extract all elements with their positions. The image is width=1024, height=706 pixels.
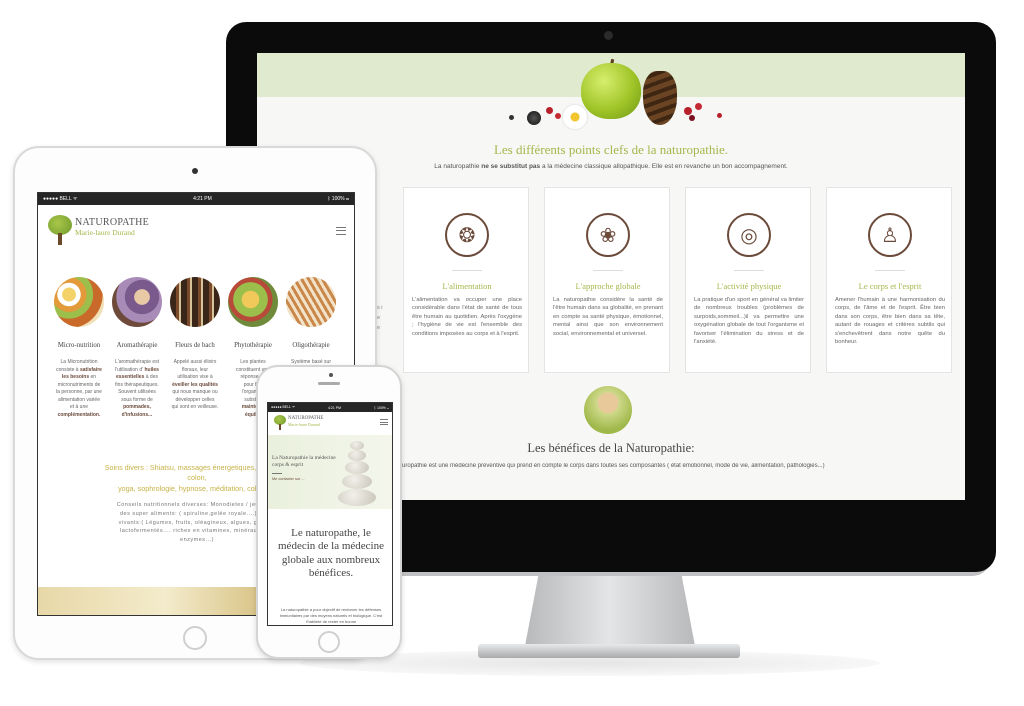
phytotherapy-image <box>228 277 278 327</box>
bach-flowers-image <box>170 277 220 327</box>
iphone-frame: ●●●●● BELL ᯤ 4:21 PM ᛒ 100% ▭ NATUROPATH… <box>256 365 402 659</box>
card-activite-physique: ◎ L'activité physique La pratique d'un s… <box>685 187 811 373</box>
ipad-camera <box>192 168 198 174</box>
intro-text: La naturopathie a pour objectif de renfo… <box>279 607 383 624</box>
iphone-camera <box>329 373 333 377</box>
pine-cone-image <box>643 71 677 125</box>
berry-image <box>509 115 514 120</box>
stone-image <box>345 461 369 474</box>
divider <box>875 270 905 271</box>
column-title: Micro-nutrition <box>57 342 101 349</box>
card-text: L'alimentation va occuper une place cons… <box>412 297 522 337</box>
card-text: Amener l'humain à une harmonisation du c… <box>835 297 945 345</box>
carrier-signal: ●●●●● BELL ᯤ <box>271 405 296 409</box>
column-title: Aromathérapie <box>116 342 158 349</box>
micro-nutrition-image <box>54 277 104 327</box>
card-alimentation: ❂ L'alimentation L'alimentation va occup… <box>403 187 529 373</box>
column-text: Appelé aussi élixirs floraux, leur utili… <box>171 359 219 410</box>
stone-image <box>338 489 376 506</box>
berry-image <box>555 113 561 119</box>
logo-name[interactable]: NATUROPATHE <box>75 217 149 228</box>
blackberry-image <box>527 111 541 125</box>
logo-subtitle: Marie-laure Durand <box>288 422 320 427</box>
imac-stand-neck <box>525 574 695 646</box>
card-title: L'activité physique <box>716 281 782 291</box>
card-title: L'alimentation <box>442 281 492 291</box>
stone-image <box>348 450 366 461</box>
column-title: Fleurs de bach <box>175 342 215 349</box>
divider <box>593 270 623 271</box>
iphone-speaker <box>318 382 340 385</box>
iphone-home-button <box>318 631 340 653</box>
status-time: 4:21 PM <box>193 196 212 202</box>
tree-logo-icon <box>48 215 72 245</box>
phone-website: ●●●●● BELL ᯤ 4:21 PM ᛒ 100% ▭ NATUROPATH… <box>267 402 393 626</box>
imac-stand-foot <box>478 644 740 658</box>
therapy-thumbnails <box>54 277 354 331</box>
arrow-icon <box>272 473 282 474</box>
benefits-text: aturopathie est une médecine préventive … <box>397 463 825 469</box>
apple-image <box>581 63 641 119</box>
yoga-mat-icon: ◎ <box>727 213 771 257</box>
stone-image <box>350 441 364 450</box>
oligotherapy-image <box>286 277 336 327</box>
tree-logo-icon <box>274 415 286 430</box>
column-title: Phytothérapie <box>234 342 272 349</box>
column-text: L'aromathérapie est l'utilisation d' hui… <box>114 359 160 418</box>
berry-image <box>695 103 702 110</box>
berry-image <box>546 107 553 114</box>
benefits-avatar-image <box>584 386 632 434</box>
lotus-icon: ❀ <box>586 213 630 257</box>
status-time: 4:21 PM <box>328 405 342 410</box>
berry-image <box>689 115 695 121</box>
divider <box>734 270 764 271</box>
contact-link[interactable]: Me contacter sur ... <box>272 477 305 481</box>
card-title: L'approche globale <box>575 281 641 291</box>
meditating-person-icon: ♙ <box>868 213 912 257</box>
battery-status: ᛒ 100% ▭ <box>373 405 389 410</box>
berry-image <box>717 113 722 118</box>
card-approche-globale: ❀ L'approche globale La naturopathie con… <box>544 187 670 373</box>
logo-subtitle: Marie-laure Durand <box>75 228 135 237</box>
imac-camera <box>604 31 613 40</box>
berry-image <box>684 107 692 115</box>
card-text: La pratique d'un sport en général va lim… <box>694 297 804 345</box>
meditation-bowl-icon: ❂ <box>445 213 489 257</box>
column-text: La Micronutrition consiste à satisfaire … <box>56 359 102 418</box>
hamburger-menu-icon[interactable] <box>380 419 388 425</box>
column-title: Oligothérapie <box>292 342 330 349</box>
aromatherapy-image <box>112 277 162 327</box>
daisy-image <box>563 105 587 129</box>
card-title: Le corps et l'esprit <box>858 281 922 291</box>
stone-image <box>342 474 372 489</box>
logo-name[interactable]: NATUROPATHE <box>288 416 323 421</box>
battery-status: ᛒ 100% ▭ <box>327 196 349 202</box>
ipad-home-button <box>183 626 207 650</box>
intro-title: Le naturopathe, le médecin de la médecin… <box>278 527 384 580</box>
carrier-signal: ●●●●● BELL ᯤ <box>43 196 78 202</box>
card-text: La naturopathie considère la santé de l'… <box>553 297 663 337</box>
hero-title: La Naturopathie la médecine corps & espr… <box>272 455 336 468</box>
card-corps-esprit: ♙ Le corps et l'esprit Amener l'humain à… <box>826 187 952 373</box>
hamburger-menu-icon[interactable] <box>336 227 346 235</box>
divider <box>452 270 482 271</box>
hero-banner: La Naturopathie la médecine corps & espr… <box>268 435 392 509</box>
status-bar: ●●●●● BELL ᯤ 4:21 PM ᛒ 100% ▭ <box>38 193 354 205</box>
status-bar: ●●●●● BELL ᯤ 4:21 PM ᛒ 100% ▭ <box>268 403 392 412</box>
